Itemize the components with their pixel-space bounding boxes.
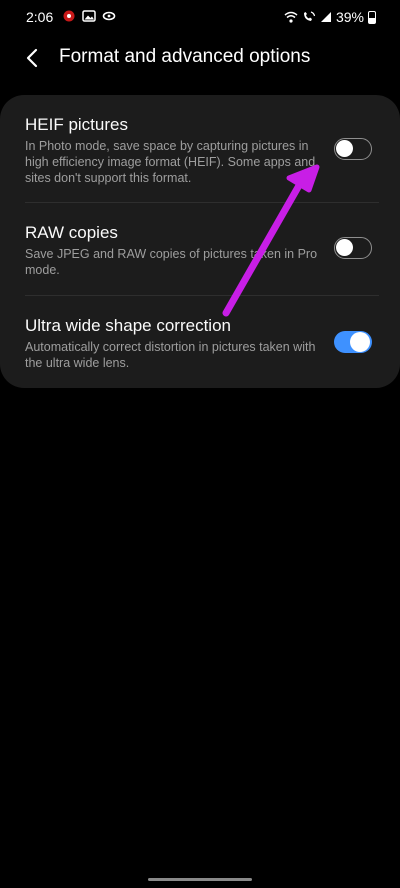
setting-title: Ultra wide shape correction	[25, 316, 231, 335]
setting-description: In Photo mode, save space by capturing p…	[25, 139, 316, 185]
status-bar: 2:06 39%	[0, 0, 400, 34]
home-gesture-handle[interactable]	[148, 878, 252, 881]
setting-row-ultra-wide-shape-correction[interactable]: Ultra wide shape correction Automaticall…	[0, 296, 400, 388]
gallery-icon	[82, 10, 96, 22]
raw-copies-toggle[interactable]	[334, 237, 372, 259]
ultra-wide-shape-correction-toggle[interactable]	[334, 331, 372, 353]
wifi-calling-icon	[303, 11, 316, 21]
page-title: Format and advanced options	[59, 46, 311, 67]
status-icons-right: 39%	[284, 9, 376, 25]
setting-description: Automatically correct distortion in pict…	[25, 340, 316, 370]
status-time: 2:06	[26, 9, 54, 25]
app-header: Format and advanced options	[0, 38, 400, 78]
battery-percent: 39%	[335, 9, 364, 25]
sync-icon	[102, 11, 116, 21]
wifi-icon	[284, 11, 298, 23]
signal-icon	[320, 12, 331, 22]
notification-app-icon	[63, 10, 75, 22]
setting-row-heif-pictures[interactable]: HEIF pictures In Photo mode, save space …	[0, 95, 400, 202]
heif-pictures-toggle[interactable]	[334, 138, 372, 160]
toggle-knob	[350, 332, 370, 352]
setting-title: HEIF pictures	[25, 115, 128, 134]
setting-title: RAW copies	[25, 223, 118, 242]
setting-description: Save JPEG and RAW copies of pictures tak…	[25, 247, 318, 277]
setting-row-raw-copies[interactable]: RAW copies Save JPEG and RAW copies of p…	[0, 203, 400, 295]
status-icons-left	[62, 10, 116, 22]
battery-icon	[368, 10, 376, 24]
chevron-left-icon	[26, 48, 38, 68]
back-button[interactable]	[20, 46, 44, 70]
toggle-knob	[336, 239, 353, 256]
toggle-knob	[336, 140, 353, 157]
settings-card: HEIF pictures In Photo mode, save space …	[0, 95, 400, 388]
